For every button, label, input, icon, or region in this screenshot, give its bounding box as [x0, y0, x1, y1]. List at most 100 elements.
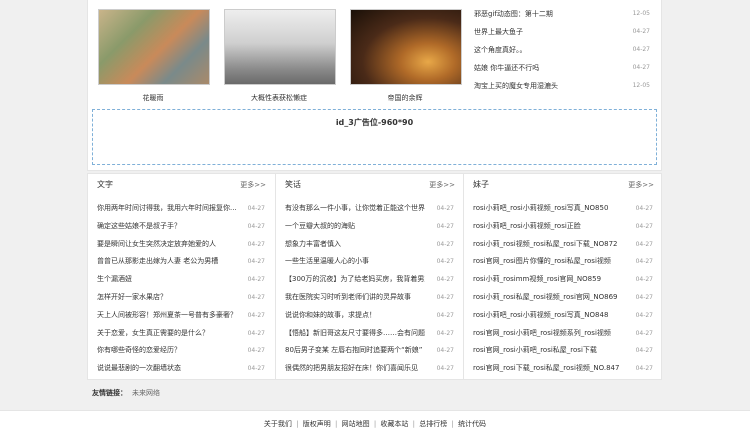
news-item[interactable]: 这个角度真好。。 04-27 — [472, 41, 662, 59]
list-item[interactable]: rosi小莉吧_rosi小莉视频_rosi写真_NO850 04-27 — [464, 200, 662, 218]
news-item[interactable]: 姑娘 你牛逼还不行吗 04-27 — [472, 59, 662, 77]
list-item[interactable]: 很偶然的把男朋友招好在床！你们喜闻乐见 04-27 — [276, 360, 463, 378]
more-link[interactable]: 更多>> — [240, 175, 266, 195]
column-title: 笑话 — [285, 180, 301, 189]
list-item[interactable]: 想象力丰富者慎入 04-27 — [276, 236, 463, 254]
item-title[interactable]: 很偶然的把男朋友招好在床！你们喜闻乐见 — [285, 360, 425, 378]
item-title[interactable]: 天上人间被形容！郑州夏茶一号普有多豪奢？ — [97, 307, 237, 325]
content-columns: 文字 更多>> 你用两年时间讨得我，我用六年时间报复你... 04-27 确定这些… — [87, 173, 662, 380]
item-title[interactable]: 想象力丰富者慎入 — [285, 236, 425, 254]
item-title[interactable]: 说说最悲剧的一次翻墙状态 — [97, 360, 237, 378]
list-item[interactable]: rosi小莉_rosimm视频_rosi官网_NO859 04-27 — [464, 271, 662, 289]
footer-link-about[interactable]: 关于我们 — [264, 420, 292, 428]
list-item[interactable]: rosi官网_rosi小莉吧_rosi私屋_rosi下载 04-27 — [464, 342, 662, 360]
item-title[interactable]: 一些生活里温暖人心的小事 — [285, 253, 425, 271]
more-link[interactable]: 更多>> — [429, 175, 455, 195]
item-title[interactable]: 怎样开好一家水果店？ — [97, 289, 237, 307]
item-title[interactable]: 你有哪些奇怪的恋爱经历？ — [97, 342, 237, 360]
list-item[interactable]: rosi小莉吧_rosi小莉视频_rosi写真_NO848 04-27 — [464, 307, 662, 325]
footer-link-sitemap[interactable]: 网站地图 — [342, 420, 370, 428]
list-item[interactable]: rosi官网_rosi下载_rosi私屋_rosi视频_NO.847 04-27 — [464, 360, 662, 378]
item-title[interactable]: 说说你和妹的故事，求提点！ — [285, 307, 425, 325]
item-title[interactable]: 有没有那么一件小事，让你觉着正能这个世界 — [285, 200, 425, 218]
list-item[interactable]: rosi官网_rosi小莉吧_rosi视频系列_rosi视频 04-27 — [464, 325, 662, 343]
footer-separator: | — [296, 420, 299, 428]
gallery-item-2[interactable]: 大概性表获松懒症 — [224, 9, 336, 103]
item-title[interactable]: 要是瞬间让女生突然决定放弃她爱的人 — [97, 236, 237, 254]
item-title[interactable]: 【300万的沉夜】为了给老妈买房，我背着男友 — [285, 271, 425, 289]
list-item[interactable]: 一个豆瓣大叔的的海贴 04-27 — [276, 218, 463, 236]
item-title[interactable]: rosi官网_rosi小莉吧_rosi私屋_rosi下载 — [473, 342, 625, 360]
list-item[interactable]: rosi小莉吧_rosi小莉视频_rosi正脸 04-27 — [464, 218, 662, 236]
list-item[interactable]: rosi官网_rosi图片你懂的_rosi私屋_rosi视频 04-27 — [464, 253, 662, 271]
list-item[interactable]: rosi小莉_rosi私屋_rosi视频_rosi官网_NO869 04-27 — [464, 289, 662, 307]
item-date: 04-27 — [247, 240, 265, 248]
item-title[interactable]: rosi小莉_rosi视频_rosi私屋_rosi下载_NO872 — [473, 236, 625, 254]
news-title[interactable]: 世界上最大鱼子 — [474, 23, 624, 41]
item-date: 04-27 — [635, 365, 653, 373]
list-item[interactable]: 80后男子变某 左唇右抱同时追要两个“新娘” 04-27 — [276, 342, 463, 360]
gallery-caption[interactable]: 花暖雨 — [98, 93, 208, 103]
news-item[interactable]: 邪恶gif动态图：第十二期 12-05 — [472, 5, 662, 23]
ad-slot[interactable]: id_3广告位-960*90 — [92, 109, 657, 165]
list-item[interactable]: rosi小莉_rosi视频_rosi私屋_rosi下载_NO872 04-27 — [464, 236, 662, 254]
item-title[interactable]: 80后男子变某 左唇右抱同时追要两个“新娘” — [285, 342, 425, 360]
list-item[interactable]: 我在医院实习时听到老师们讲的灵异故事 04-27 — [276, 289, 463, 307]
item-title[interactable]: 确定这些姑娘不是叔子手？ — [97, 218, 237, 236]
list-item[interactable]: 说说你和妹的故事，求提点！ 04-27 — [276, 307, 463, 325]
news-title[interactable]: 邪恶gif动态图：第十二期 — [474, 5, 624, 23]
news-title[interactable]: 淘宝上买的魔女专用湿漉头 — [474, 77, 624, 95]
list-item[interactable]: 有没有那么一件小事，让你觉着正能这个世界 04-27 — [276, 200, 463, 218]
more-link[interactable]: 更多>> — [628, 175, 654, 195]
list-item[interactable]: 确定这些姑娘不是叔子手？ 04-27 — [88, 218, 274, 236]
item-date: 04-27 — [635, 311, 653, 319]
friend-link[interactable]: 未来网络 — [132, 383, 160, 403]
gallery-caption[interactable]: 帝国的余辉 — [350, 93, 460, 103]
list-item[interactable]: 你用两年时间讨得我，我用六年时间报复你... 04-27 — [88, 200, 274, 218]
item-title[interactable]: 【悟船】新旧哥这友尺寸要得多……会有问题 — [285, 325, 425, 343]
list-item[interactable]: 【300万的沉夜】为了给老妈买房，我背着男友 04-27 — [276, 271, 463, 289]
list-item[interactable]: 天上人间被形容！郑州夏茶一号普有多豪奢？ 04-27 — [88, 307, 274, 325]
list-item[interactable]: 怎样开好一家水果店？ 04-27 — [88, 289, 274, 307]
gallery-caption[interactable]: 大概性表获松懒症 — [224, 93, 334, 103]
item-title[interactable]: rosi官网_rosi下载_rosi私屋_rosi视频_NO.847 — [473, 360, 625, 378]
footer-link-stats[interactable]: 统计代码 — [458, 420, 486, 428]
item-title[interactable]: 你用两年时间讨得我，我用六年时间报复你... — [97, 200, 237, 218]
item-title[interactable]: rosi小莉吧_rosi小莉视频_rosi写真_NO848 — [473, 307, 625, 325]
item-date: 04-27 — [436, 293, 454, 301]
list-item[interactable]: 说说最悲剧的一次翻墙状态 04-27 — [88, 360, 274, 378]
list-item[interactable]: 生个漏酒妞 04-27 — [88, 271, 274, 289]
item-title[interactable]: 关于恋爱，女生真正需要的是什么？ — [97, 325, 237, 343]
list-item[interactable]: 你有哪些奇怪的恋爱经历？ 04-27 — [88, 342, 274, 360]
item-date: 04-27 — [247, 365, 265, 373]
news-title[interactable]: 姑娘 你牛逼还不行吗 — [474, 59, 624, 77]
news-item[interactable]: 淘宝上买的魔女专用湿漉头 12-05 — [472, 77, 662, 95]
item-title[interactable]: rosi官网_rosi小莉吧_rosi视频系列_rosi视频 — [473, 325, 625, 343]
item-title[interactable]: rosi官网_rosi图片你懂的_rosi私屋_rosi视频 — [473, 253, 625, 271]
item-title[interactable]: 我在医院实习时听到老师们讲的灵异故事 — [285, 289, 425, 307]
item-title[interactable]: 一个豆瓣大叔的的海贴 — [285, 218, 425, 236]
item-date: 04-27 — [247, 347, 265, 355]
list-item[interactable]: 一些生活里温暖人心的小事 04-27 — [276, 253, 463, 271]
item-title[interactable]: 曾曾已从那影走出嫁为人妻 老公为男槽 — [97, 253, 237, 271]
item-title[interactable]: rosi小莉吧_rosi小莉视频_rosi写真_NO850 — [473, 200, 625, 218]
list-item[interactable]: 要是瞬间让女生突然决定放弃她爱的人 04-27 — [88, 236, 274, 254]
list-item[interactable]: 关于恋爱，女生真正需要的是什么？ 04-27 — [88, 325, 274, 343]
gallery-item-1[interactable]: 花暖雨 — [98, 9, 210, 103]
rooftop-village-photo[interactable] — [98, 9, 210, 85]
news-item[interactable]: 世界上最大鱼子 04-27 — [472, 23, 662, 41]
gallery-item-3[interactable]: 帝国的余辉 — [350, 9, 462, 103]
footer-separator: | — [373, 420, 377, 428]
item-title[interactable]: rosi小莉吧_rosi小莉视频_rosi正脸 — [473, 218, 625, 236]
footer-link-ranking[interactable]: 总排行榜 — [419, 420, 447, 428]
footer-link-bookmark[interactable]: 收藏本站 — [380, 420, 408, 428]
sunset-silhouette-photo[interactable] — [350, 9, 462, 85]
news-title[interactable]: 这个角度真好。。 — [474, 41, 624, 59]
item-title[interactable]: rosi小莉_rosi私屋_rosi视频_rosi官网_NO869 — [473, 289, 625, 307]
item-title[interactable]: rosi小莉_rosimm视频_rosi官网_NO859 — [473, 271, 625, 289]
list-item[interactable]: 曾曾已从那影走出嫁为人妻 老公为男槽 04-27 — [88, 253, 274, 271]
item-title[interactable]: 生个漏酒妞 — [97, 271, 237, 289]
footer-link-copyright[interactable]: 版权声明 — [303, 420, 331, 428]
person-sitting-photo[interactable] — [224, 9, 336, 85]
list-item[interactable]: 【悟船】新旧哥这友尺寸要得多……会有问题 04-27 — [276, 325, 463, 343]
